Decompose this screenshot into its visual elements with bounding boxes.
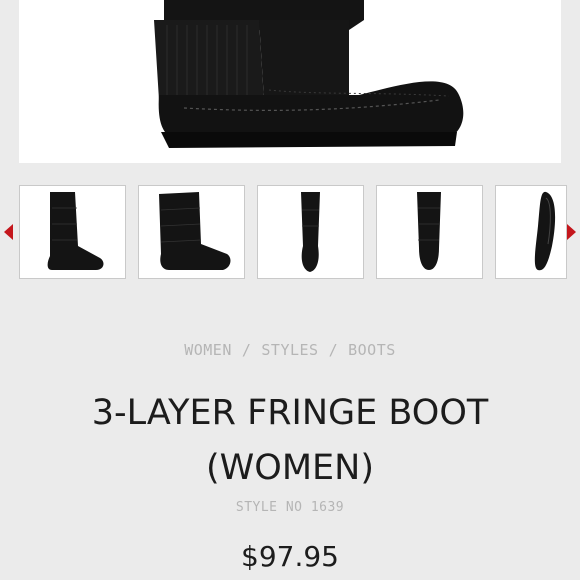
product-title-line1: 3-LAYER FRINGE BOOT [91,393,489,433]
thumbnail-3[interactable] [257,185,364,279]
boot-sole-view-icon [534,191,556,271]
style-number: STYLE NO 1639 [235,500,345,515]
breadcrumb-styles[interactable]: STYLES [261,341,318,359]
breadcrumb-separator: / [328,341,339,359]
thumbnail-2[interactable] [138,185,245,279]
boot-side-view-icon [154,0,464,148]
product-title-line2: (WOMEN) [206,448,374,488]
thumbnail-carousel [0,185,580,279]
thumbnail-4[interactable] [376,185,483,279]
breadcrumb-boots[interactable]: BOOTS [348,341,396,359]
thumbnail-1[interactable] [19,185,126,279]
thumbnail-5[interactable] [495,185,567,279]
breadcrumb-women[interactable]: WOMEN [184,341,232,359]
carousel-next-arrow-icon[interactable] [567,224,576,240]
boot-angled-view-icon [159,192,231,270]
product-title: 3-LAYER FRINGE BOOT (WOMEN) [20,386,560,496]
carousel-prev-arrow-icon[interactable] [4,224,13,240]
main-product-image[interactable] [19,0,561,163]
boot-back-view-icon [417,192,441,270]
boot-side-view-icon [47,192,104,270]
product-price: $97.95 [241,540,339,573]
boot-front-view-icon [301,192,320,272]
breadcrumb-separator: / [241,341,252,359]
breadcrumb: WOMEN / STYLES / BOOTS [0,341,580,359]
